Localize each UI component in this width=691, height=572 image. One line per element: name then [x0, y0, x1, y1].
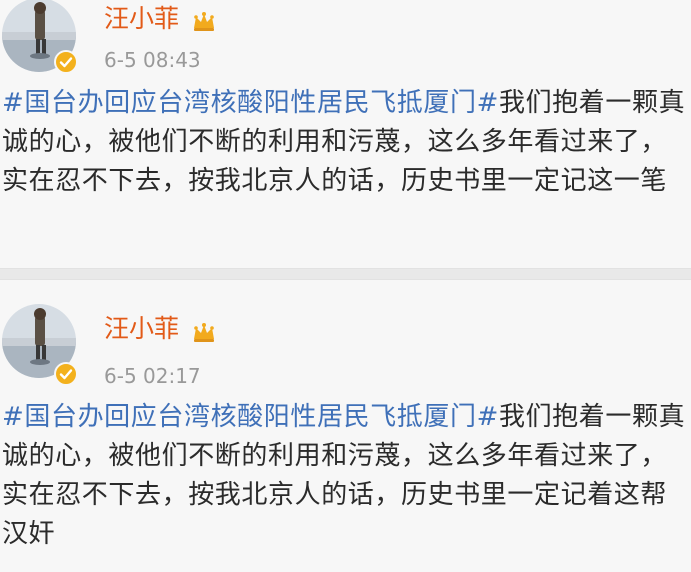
- post-card[interactable]: 汪小菲 6-5 02:17 #国台办回应台湾核酸阳性居民飞抵厦门#我们抱着一颗真…: [0, 280, 691, 572]
- verified-badge-icon: [54, 50, 78, 74]
- crown-icon: [194, 323, 214, 342]
- post-content: #国台办回应台湾核酸阳性居民飞抵厦门#我们抱着一颗真诚的心，被他们不断的利用和污…: [2, 398, 688, 554]
- timestamp: 6-5 08:43: [104, 48, 201, 72]
- username[interactable]: 汪小菲: [104, 314, 179, 344]
- hashtag-link[interactable]: #国台办回应台湾核酸阳性居民飞抵厦门#: [2, 402, 499, 432]
- timestamp: 6-5 02:17: [104, 364, 201, 388]
- post-content: #国台办回应台湾核酸阳性居民飞抵厦门#我们抱着一颗真诚的心，被他们不断的利用和污…: [2, 84, 688, 201]
- verified-badge-icon: [54, 362, 78, 386]
- weibo-feed: 汪小菲 6-5 08:43 #国台办回应台湾核酸阳性居民飞抵厦门#我们抱着一颗真…: [0, 0, 691, 572]
- post-card[interactable]: 汪小菲 6-5 08:43 #国台办回应台湾核酸阳性居民飞抵厦门#我们抱着一颗真…: [0, 0, 691, 268]
- hashtag-link[interactable]: #国台办回应台湾核酸阳性居民飞抵厦门#: [2, 88, 499, 118]
- crown-icon: [194, 12, 214, 31]
- username[interactable]: 汪小菲: [104, 4, 179, 34]
- post-divider: [0, 268, 691, 280]
